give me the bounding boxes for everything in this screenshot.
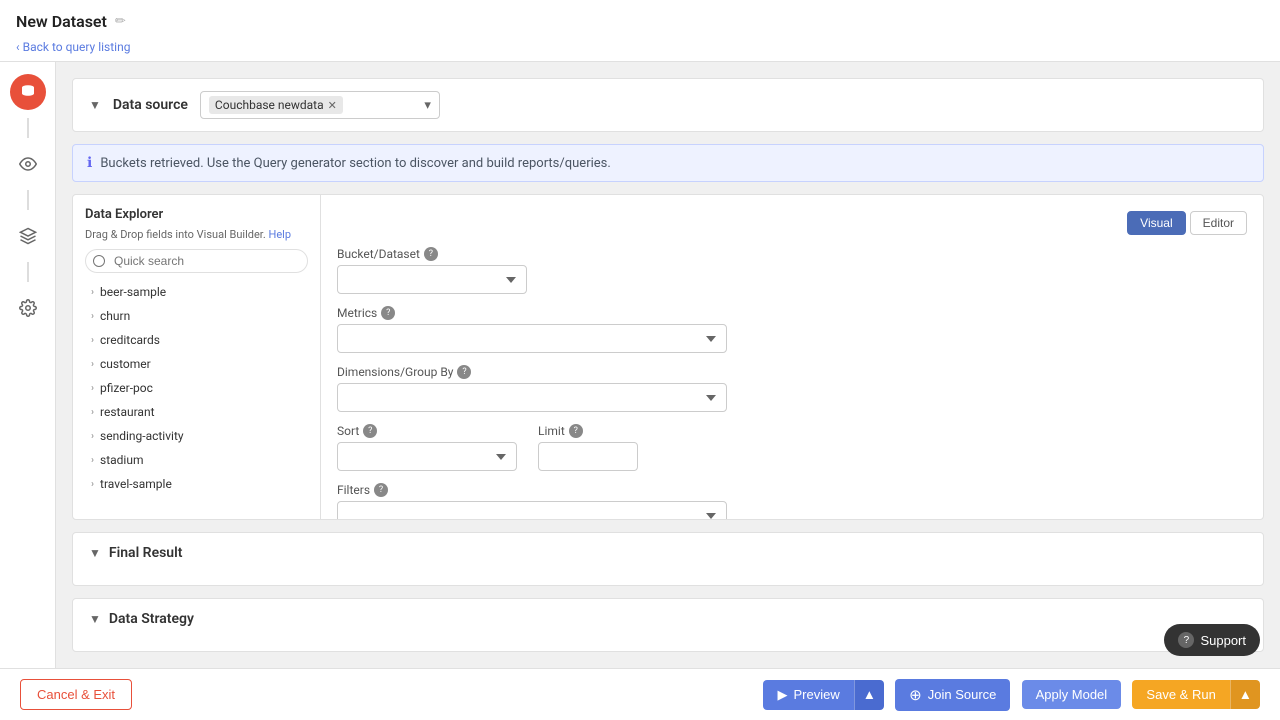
sort-select[interactable] [337,442,517,471]
bucket-dataset-select[interactable] [337,265,527,294]
data-strategy-collapse[interactable]: ▼ [89,612,101,626]
bucket-dataset-label: Bucket/Dataset [337,247,420,261]
list-item[interactable]: › stadium [85,449,308,471]
view-editor-button[interactable]: Editor [1190,211,1247,235]
save-run-button[interactable]: Save & Run [1132,680,1229,709]
item-arrow-icon: › [91,479,94,490]
item-arrow-icon: › [91,311,94,322]
explorer-list: › beer-sample › churn › creditcards › cu… [85,281,308,495]
metrics-label: Metrics [337,306,377,320]
sort-help-icon[interactable]: ? [363,424,377,438]
sidebar-icon-settings[interactable] [10,290,46,326]
sidebar-icon-database[interactable] [10,74,46,110]
list-item[interactable]: › restaurant [85,401,308,423]
filters-label: Filters [337,483,370,497]
sidebar-connector-1 [27,118,29,138]
list-item[interactable]: › travel-sample [85,473,308,495]
chevron-up-icon: ▲ [1239,687,1252,702]
item-arrow-icon: › [91,407,94,418]
metrics-select[interactable] [337,324,727,353]
list-item[interactable]: › beer-sample [85,281,308,303]
tag-remove-icon[interactable]: ✕ [328,99,337,112]
item-arrow-icon: › [91,287,94,298]
data-strategy-title: Data Strategy [109,611,194,627]
limit-label: Limit [538,424,565,438]
support-button[interactable]: ? Support [1164,624,1260,656]
sidebar-icon-layers[interactable] [10,218,46,254]
item-arrow-icon: › [91,359,94,370]
sort-label: Sort [337,424,359,438]
bucket-help-icon[interactable]: ? [424,247,438,261]
back-chevron-icon: ‹ [16,40,20,54]
view-visual-button[interactable]: Visual [1127,211,1185,235]
limit-input[interactable]: 10000 [538,442,638,471]
list-item[interactable]: › creditcards [85,329,308,351]
explorer-title: Data Explorer [85,207,308,222]
final-result-collapse[interactable]: ▼ [89,546,101,560]
list-item[interactable]: › churn [85,305,308,327]
apply-model-button[interactable]: Apply Model [1022,680,1122,709]
back-link[interactable]: ‹ Back to query listing [16,40,130,54]
search-input[interactable] [85,249,308,273]
cancel-exit-button[interactable]: Cancel & Exit [20,679,132,710]
data-source-select[interactable]: Couchbase newdata ✕ ▾ [200,91,440,119]
dimensions-label: Dimensions/Group By [337,365,453,379]
data-source-collapse[interactable]: ▼ [89,98,101,112]
item-arrow-icon: › [91,455,94,466]
plus-circle-icon: ⊕ [909,686,922,704]
list-item[interactable]: › pfizer-poc [85,377,308,399]
sidebar-connector-2 [27,190,29,210]
preview-toggle-button[interactable]: ▲ [854,680,884,710]
sidebar-icon-eye[interactable] [10,146,46,182]
item-arrow-icon: › [91,383,94,394]
dimensions-select[interactable] [337,383,727,412]
item-arrow-icon: › [91,335,94,346]
info-circle-icon: ℹ [87,155,92,171]
chevron-up-icon: ▲ [863,687,876,702]
filters-help-icon[interactable]: ? [374,483,388,497]
edit-title-icon[interactable]: ✏ [115,14,126,29]
explorer-drag-hint: Drag & Drop fields into Visual Builder. … [85,228,308,241]
page-title: New Dataset [16,12,107,31]
metrics-help-icon[interactable]: ? [381,306,395,320]
support-circle-icon: ? [1178,632,1194,648]
play-icon: ▶ [777,687,787,703]
final-result-title: Final Result [109,545,183,561]
data-source-tag: Couchbase newdata ✕ [209,96,343,114]
list-item[interactable]: › customer [85,353,308,375]
explorer-help-link[interactable]: Help [268,228,291,241]
preview-button[interactable]: ▶ Preview [763,680,853,710]
save-run-toggle-button[interactable]: ▲ [1230,680,1260,709]
join-source-button[interactable]: ⊕ Join Source [895,679,1010,711]
search-radio[interactable] [93,255,105,267]
limit-help-icon[interactable]: ? [569,424,583,438]
dimensions-help-icon[interactable]: ? [457,365,471,379]
info-banner: ℹ Buckets retrieved. Use the Query gener… [72,144,1264,182]
tag-select-chevron-icon: ▾ [424,98,431,113]
sidebar-connector-3 [27,262,29,282]
data-source-label: Data source [113,97,188,113]
item-arrow-icon: › [91,431,94,442]
list-item[interactable]: › sending-activity [85,425,308,447]
filters-select[interactable] [337,501,727,520]
